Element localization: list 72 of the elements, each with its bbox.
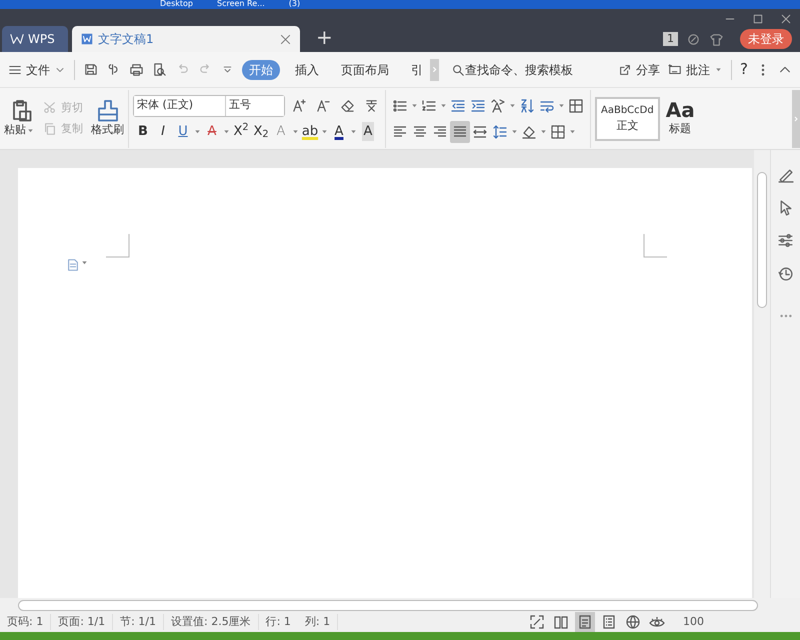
style-preset[interactable]: AaBbCcDd 正文 <box>595 96 660 140</box>
close-tab-icon[interactable] <box>279 32 292 46</box>
numbered-list-icon[interactable] <box>421 98 437 114</box>
share-icon[interactable] <box>618 62 632 76</box>
document-icon <box>80 32 94 46</box>
taskbar-item[interactable]: Desktop <box>160 0 193 9</box>
print-icon[interactable] <box>129 62 144 77</box>
strike-button[interactable]: A <box>202 120 222 142</box>
ribbon-tab[interactable]: 引 <box>404 60 430 80</box>
sort-icon[interactable] <box>519 98 535 114</box>
paste-button[interactable]: 粘贴 <box>4 122 26 139</box>
bold-button[interactable]: B <box>133 120 153 142</box>
share-button[interactable]: 分享 <box>636 60 660 78</box>
status-item: 页码: 1 <box>0 614 52 630</box>
highlight-button[interactable]: ab <box>300 120 320 142</box>
settings-icon[interactable] <box>777 232 794 249</box>
help-button[interactable]: ? <box>740 58 748 81</box>
margin-corner-mark <box>106 234 130 258</box>
decrease-indent-icon[interactable] <box>450 98 466 114</box>
comment-icon[interactable] <box>668 62 682 76</box>
margin-corner-mark <box>643 234 667 258</box>
file-menu[interactable]: 文件 <box>26 60 50 78</box>
scroll-thumb[interactable] <box>18 600 758 610</box>
ribbon-tab[interactable]: 插入 <box>288 60 326 80</box>
new-tab-button[interactable]: + <box>316 26 333 48</box>
shirt-icon[interactable] <box>709 32 724 46</box>
status-item: 页面: 1/1 <box>51 614 114 630</box>
brush-icon[interactable] <box>96 98 120 122</box>
ribbon-tab[interactable]: 页面布局 <box>334 60 396 80</box>
vertical-scrollbar[interactable] <box>754 150 770 598</box>
superscript-button[interactable]: X$^{2}$ <box>231 120 251 142</box>
shrink-font-icon[interactable] <box>316 98 330 113</box>
character-spacing-icon[interactable] <box>490 98 506 114</box>
horizontal-scrollbar[interactable] <box>0 598 800 612</box>
subscript-button[interactable]: X$_{2}$ <box>251 120 271 142</box>
style-preset[interactable]: Aa 标题 <box>660 96 701 140</box>
bullet-list-icon[interactable] <box>392 98 408 114</box>
search-command-field[interactable]: 查找命令、搜索模板 <box>465 60 573 78</box>
history-icon[interactable] <box>777 265 794 282</box>
format-painter-button[interactable]: 格式刷 <box>91 122 124 139</box>
comment-button[interactable]: 批注 <box>686 60 710 78</box>
italic-button[interactable]: I <box>153 120 173 142</box>
shading-icon[interactable] <box>521 124 537 140</box>
print-preview-icon[interactable] <box>152 62 167 77</box>
close-icon[interactable] <box>780 13 792 25</box>
wps-logo-icon <box>10 32 24 46</box>
maximize-icon[interactable] <box>752 13 764 25</box>
taskbar-item[interactable]: Screen Re... <box>217 0 265 9</box>
border-icon[interactable] <box>550 124 566 140</box>
search-icon[interactable] <box>451 62 465 76</box>
table-icon[interactable] <box>568 98 584 114</box>
grow-font-icon[interactable] <box>292 98 306 113</box>
status-item: 行: 1 <box>264 614 292 630</box>
line-spacing-icon[interactable] <box>492 124 508 140</box>
paragraph-menu-icon[interactable] <box>66 258 80 272</box>
phonetic-guide-icon[interactable] <box>364 98 378 113</box>
status-item: 节: 1/1 <box>113 614 164 630</box>
clear-format-icon[interactable] <box>340 98 354 113</box>
login-button[interactable]: 未登录 <box>740 29 792 49</box>
taskbar-item[interactable]: (3) <box>288 0 300 9</box>
status-item: 设置值: 2.5厘米 <box>164 614 259 630</box>
status-item: 列: 1 <box>298 614 338 630</box>
app-tab[interactable]: WPS <box>2 26 68 52</box>
scroll-thumb[interactable] <box>757 172 767 308</box>
document-tab[interactable]: 文字文稿1 <box>72 26 300 52</box>
underline-button[interactable]: U <box>173 120 193 142</box>
effect-button[interactable]: A <box>271 120 291 142</box>
window-count-badge[interactable]: 1 <box>663 32 678 46</box>
increase-indent-icon[interactable] <box>470 98 486 114</box>
save-icon[interactable] <box>83 62 98 77</box>
zoom-level[interactable]: 100 <box>683 614 752 630</box>
color-button[interactable]: A <box>329 120 349 142</box>
